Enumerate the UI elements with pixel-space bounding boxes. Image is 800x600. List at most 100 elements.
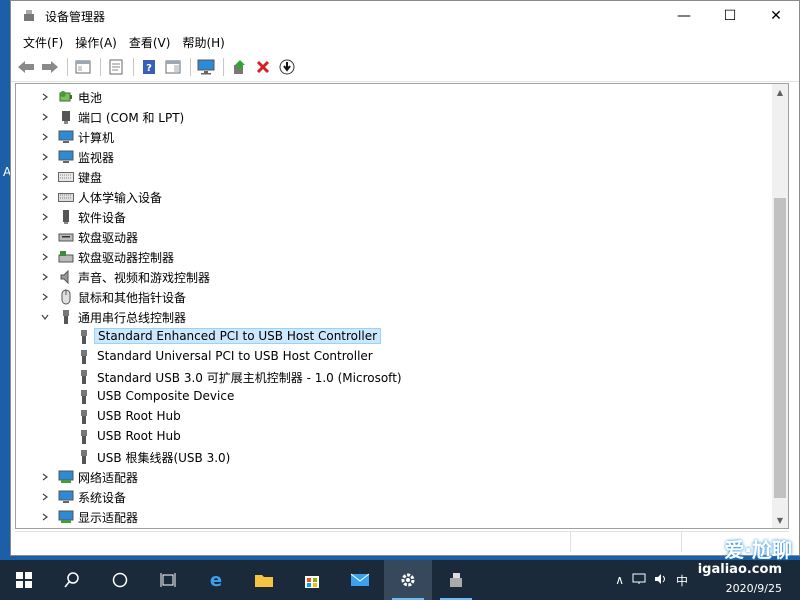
tree-category-usb-controllers[interactable]: 通用串行总线控制器	[16, 307, 774, 327]
search-icon[interactable]	[48, 560, 96, 600]
chevron-right-icon[interactable]	[40, 132, 50, 142]
tree-category-floppy-controllers[interactable]: 软盘驱动器控制器	[16, 247, 774, 267]
menu-file[interactable]: 文件(F)	[17, 34, 69, 51]
tree-device-item[interactable]: USB Root Hub	[16, 407, 774, 427]
chevron-right-icon[interactable]	[40, 92, 50, 102]
file-explorer-icon[interactable]	[240, 560, 288, 600]
tree-device-label: Standard Universal PCI to USB Host Contr…	[97, 349, 373, 363]
status-bar	[15, 531, 789, 554]
tree-category-battery[interactable]: 电池	[16, 87, 774, 107]
action-pane-icon[interactable]	[162, 56, 184, 78]
chevron-right-icon[interactable]	[40, 492, 50, 502]
tree-category-label: 键盘	[78, 171, 103, 185]
device-manager-icon[interactable]	[432, 560, 480, 600]
menu-help[interactable]: 帮助(H)	[176, 34, 230, 51]
chevron-right-icon[interactable]	[40, 292, 50, 302]
tree-category-display-adapters[interactable]: 显示适配器	[16, 507, 774, 527]
usb-device-icon	[76, 429, 92, 445]
task-view-icon[interactable]	[144, 560, 192, 600]
chevron-right-icon[interactable]	[40, 152, 50, 162]
device-tree-pane: 电池 端口 (COM 和 LPT) 计算机 监视器 键盘 人体学输入设备 软件设…	[15, 83, 789, 529]
chevron-right-icon[interactable]	[40, 252, 50, 262]
edge-browser-icon[interactable]: e	[192, 560, 240, 600]
tree-category-network-adapters[interactable]: 网络适配器	[16, 467, 774, 487]
download-icon[interactable]	[276, 56, 298, 78]
usb-device-icon	[76, 349, 92, 365]
monitor-scan-icon[interactable]	[195, 56, 217, 78]
tree-category-label: 人体学输入设备	[78, 191, 163, 205]
tree-device-item[interactable]: USB Composite Device	[16, 387, 774, 407]
watermark-url: igaliao.com	[697, 562, 782, 577]
cortana-icon[interactable]	[96, 560, 144, 600]
uninstall-device-icon[interactable]	[252, 56, 274, 78]
scrollbar-thumb[interactable]	[774, 198, 786, 498]
help-icon[interactable]: ?	[138, 56, 160, 78]
update-driver-icon[interactable]	[228, 56, 250, 78]
chevron-right-icon[interactable]	[40, 192, 50, 202]
tree-category-label: 网络适配器	[78, 471, 139, 485]
tree-device-item[interactable]: USB 根集线器(USB 3.0)	[16, 447, 774, 467]
chevron-down-icon[interactable]	[40, 312, 50, 322]
toolbar-separator	[133, 58, 134, 76]
menu-action[interactable]: 操作(A)	[69, 34, 123, 51]
menu-bar: 文件(F) 操作(A) 查看(V) 帮助(H)	[11, 31, 799, 53]
tree-device-item[interactable]: USB Root Hub	[16, 427, 774, 447]
clock-date: 2020/9/25	[725, 582, 782, 595]
tree-device-item[interactable]: Standard USB 3.0 可扩展主机控制器 - 1.0 (Microso…	[16, 367, 774, 387]
chevron-right-icon[interactable]	[40, 172, 50, 182]
tree-category-mice[interactable]: 鼠标和其他指针设备	[16, 287, 774, 307]
tree-category-monitors[interactable]: 监视器	[16, 147, 774, 167]
windows-start-icon[interactable]	[0, 560, 48, 600]
status-bar-cell	[15, 532, 571, 552]
store-icon[interactable]	[288, 560, 336, 600]
properties-icon[interactable]	[105, 56, 127, 78]
vertical-scrollbar[interactable]: ▲ ▼	[772, 84, 788, 528]
tree-category-sound-video-game[interactable]: 声音、视频和游戏控制器	[16, 267, 774, 287]
chevron-right-icon[interactable]	[40, 512, 50, 522]
scroll-down-icon[interactable]: ▼	[772, 512, 788, 528]
tree-category-floppy-drives[interactable]: 软盘驱动器	[16, 227, 774, 247]
tree-device-label: USB 根集线器(USB 3.0)	[97, 451, 231, 465]
usb-device-icon	[76, 449, 92, 465]
settings-icon[interactable]	[384, 560, 432, 600]
show-hide-tree-icon[interactable]	[72, 56, 94, 78]
tree-category-label: 端口 (COM 和 LPT)	[78, 111, 185, 125]
scroll-up-icon[interactable]: ▲	[772, 84, 788, 100]
tree-device-item[interactable]: Standard Enhanced PCI to USB Host Contro…	[16, 327, 774, 347]
tree-device-label: USB Composite Device	[97, 389, 235, 403]
chevron-right-icon[interactable]	[40, 112, 50, 122]
tree-category-hid[interactable]: 人体学输入设备	[16, 187, 774, 207]
tree-device-item[interactable]: Standard Universal PCI to USB Host Contr…	[16, 347, 774, 367]
tree-category-ports[interactable]: 端口 (COM 和 LPT)	[16, 107, 774, 127]
tree-category-keyboards[interactable]: 键盘	[16, 167, 774, 187]
tree-category-system-devices[interactable]: 系统设备	[16, 487, 774, 507]
chevron-right-icon[interactable]	[40, 232, 50, 242]
forward-arrow-icon[interactable]	[39, 56, 61, 78]
usb-device-icon	[76, 409, 92, 425]
maximize-button[interactable]: ☐	[707, 1, 753, 31]
software-device-icon	[58, 209, 74, 225]
mail-icon[interactable]	[336, 560, 384, 600]
tree-category-label: 软件设备	[78, 211, 127, 225]
tree-category-computer[interactable]: 计算机	[16, 127, 774, 147]
ime-indicator[interactable]: 中	[676, 572, 688, 589]
back-arrow-icon[interactable]	[15, 56, 37, 78]
window-title: 设备管理器	[45, 9, 106, 24]
menu-view[interactable]: 查看(V)	[123, 34, 177, 51]
status-bar-cell	[571, 532, 682, 552]
network-icon[interactable]	[632, 573, 646, 588]
chevron-right-icon[interactable]	[40, 212, 50, 222]
usb-device-icon	[76, 369, 92, 385]
tree-category-label: 软盘驱动器控制器	[78, 251, 175, 265]
tree-category-software-devices[interactable]: 软件设备	[16, 207, 774, 227]
minimize-button[interactable]: —	[661, 1, 707, 31]
chevron-right-icon[interactable]	[40, 272, 50, 282]
system-device-icon	[58, 489, 74, 505]
title-bar[interactable]: 设备管理器 — ☐ ✕	[11, 1, 799, 31]
tray-chevron[interactable]: ∧	[615, 573, 624, 587]
speaker-icon	[58, 269, 74, 285]
volume-icon[interactable]	[654, 573, 668, 588]
chevron-right-icon[interactable]	[40, 472, 50, 482]
tree-category-label: 鼠标和其他指针设备	[78, 291, 187, 305]
close-button[interactable]: ✕	[753, 1, 799, 31]
